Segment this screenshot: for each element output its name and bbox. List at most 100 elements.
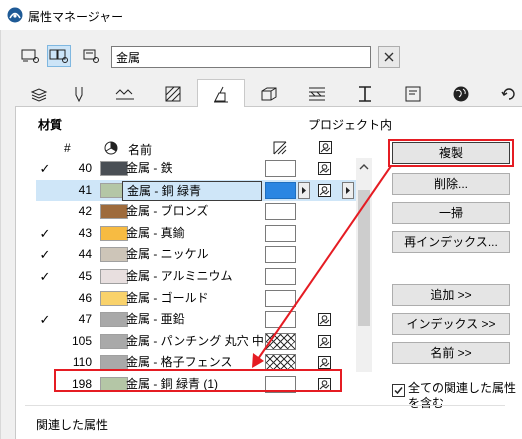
row-number: 42 bbox=[78, 204, 92, 219]
surface-row[interactable]: ✓ 43 金属 - 真鍮 bbox=[36, 223, 356, 245]
add-button[interactable]: 追加 >> bbox=[392, 284, 510, 306]
attribute-tabs bbox=[15, 79, 522, 107]
zone-icon bbox=[405, 86, 421, 102]
row-number: 105 bbox=[71, 333, 92, 348]
related-attributes-label: 関連した属性 bbox=[36, 418, 109, 432]
purge-button[interactable]: 一掃 bbox=[392, 202, 510, 224]
fill-preview[interactable] bbox=[265, 181, 296, 199]
fill-preview[interactable] bbox=[265, 267, 296, 285]
texture-icon[interactable] bbox=[318, 183, 331, 197]
row-name: 金属 - アルミニウム bbox=[126, 268, 233, 283]
row-name-edit-field[interactable]: 金属 - 銅 緑青 bbox=[122, 180, 262, 201]
include-related-label: 全ての関連した属性を含む bbox=[408, 381, 517, 410]
row-name: 金属 - ニッケル bbox=[126, 247, 209, 262]
grid-view-icon bbox=[49, 49, 68, 63]
row-number: 40 bbox=[78, 161, 92, 175]
tab-zones[interactable] bbox=[389, 82, 437, 106]
texture-icon[interactable] bbox=[318, 161, 331, 175]
column-header-number[interactable]: # bbox=[64, 141, 71, 155]
close-icon bbox=[384, 52, 394, 62]
image-icon bbox=[318, 334, 331, 348]
fill-preview[interactable] bbox=[265, 311, 296, 329]
fill-preview[interactable] bbox=[265, 203, 296, 221]
tab-surfaces[interactable] bbox=[197, 79, 245, 107]
row-number: 44 bbox=[78, 247, 92, 262]
index-button[interactable]: インデックス >> bbox=[392, 313, 510, 335]
triangle-right-icon bbox=[302, 186, 306, 194]
row-number: 46 bbox=[78, 290, 92, 305]
tab-composites[interactable] bbox=[293, 82, 341, 106]
fill-icon bbox=[165, 86, 181, 102]
surface-row[interactable]: ✓ 45 金属 - アルミニウム bbox=[36, 266, 356, 288]
color-wheel-icon[interactable] bbox=[104, 141, 118, 155]
surface-row[interactable]: ✓ 44 金属 - ニッケル bbox=[36, 244, 356, 266]
texture-icon[interactable] bbox=[318, 312, 331, 327]
row-name: 金属 - ゴールド bbox=[126, 290, 209, 305]
fill-column-icon[interactable] bbox=[273, 141, 287, 155]
duplicate-button[interactable]: 複製 bbox=[392, 142, 510, 164]
tab-building-materials[interactable] bbox=[245, 82, 293, 106]
include-related-checkbox[interactable] bbox=[392, 384, 405, 397]
fill-preview[interactable] bbox=[265, 332, 296, 350]
surface-row[interactable]: 46 金属 - ゴールド bbox=[36, 288, 356, 310]
search-input[interactable] bbox=[111, 46, 371, 68]
profile-icon bbox=[359, 86, 371, 102]
divider bbox=[25, 405, 505, 406]
row-number: 41 bbox=[78, 182, 92, 197]
renovation-icon bbox=[501, 88, 515, 100]
texture-dropdown-button[interactable] bbox=[342, 181, 354, 199]
tab-profiles[interactable] bbox=[341, 82, 389, 106]
tab-pens[interactable] bbox=[55, 82, 103, 106]
delete-button[interactable]: 削除... bbox=[392, 173, 510, 195]
in-project-checkmark: ✓ bbox=[39, 268, 51, 284]
in-project-label: プロジェクト内 bbox=[308, 118, 393, 132]
surface-icon bbox=[214, 86, 228, 103]
surface-row[interactable]: 41 金属 - 銅 緑青 bbox=[36, 179, 356, 202]
row-number: 43 bbox=[78, 225, 92, 240]
fill-dropdown-button[interactable] bbox=[298, 181, 310, 199]
surface-row[interactable]: ✓ 40 金属 - 鉄 bbox=[36, 158, 356, 180]
tab-markup[interactable] bbox=[437, 82, 485, 106]
clear-search-button[interactable] bbox=[378, 46, 400, 68]
fill-preview[interactable] bbox=[265, 289, 296, 307]
tab-line-types[interactable] bbox=[101, 82, 149, 106]
row-name: 金属 - 亜鉛 bbox=[126, 312, 185, 327]
list-view-button[interactable] bbox=[19, 45, 43, 67]
chevron-up-icon[interactable] bbox=[356, 160, 372, 174]
triangle-right-icon bbox=[346, 186, 350, 194]
tab-fills[interactable] bbox=[149, 82, 197, 106]
image-icon bbox=[318, 356, 331, 370]
detail-view-button[interactable] bbox=[79, 45, 103, 67]
column-header-name[interactable]: 名前 bbox=[128, 141, 152, 158]
in-project-checkmark: ✓ bbox=[39, 312, 51, 328]
fill-preview[interactable] bbox=[265, 160, 296, 177]
checkmark-icon bbox=[394, 387, 403, 395]
texture-column-icon[interactable] bbox=[319, 141, 332, 154]
list-header: # 名前 bbox=[36, 138, 374, 158]
fill-preview[interactable] bbox=[265, 224, 296, 242]
list-scrollbar[interactable] bbox=[356, 158, 372, 372]
in-project-checkmark: ✓ bbox=[39, 225, 51, 241]
surface-row[interactable]: 105 金属 - パンチング 丸穴 中 bbox=[36, 331, 356, 353]
tab-renovation[interactable] bbox=[485, 82, 522, 106]
panel-heading: 材質 bbox=[38, 118, 63, 132]
reindex-button[interactable]: 再インデックス... bbox=[392, 231, 510, 253]
globe-icon bbox=[453, 86, 469, 102]
line-type-icon bbox=[115, 89, 134, 100]
scrollbar-thumb[interactable] bbox=[358, 190, 370, 326]
title-bar: 属性マネージャー bbox=[0, 0, 522, 30]
image-icon bbox=[318, 183, 331, 197]
in-project-checkmark: ✓ bbox=[39, 247, 51, 263]
fill-preview[interactable] bbox=[265, 246, 296, 264]
texture-icon[interactable] bbox=[318, 334, 331, 348]
archicad-app-icon bbox=[7, 7, 23, 23]
surface-row[interactable]: ✓ 47 金属 - 亜鉛 bbox=[36, 309, 356, 331]
texture-icon[interactable] bbox=[318, 355, 331, 370]
name-button[interactable]: 名前 >> bbox=[392, 342, 510, 364]
row-name: 金属 - 真鍮 bbox=[126, 225, 185, 240]
surface-row[interactable]: 42 金属 - ブロンズ bbox=[36, 201, 356, 223]
building-material-icon bbox=[261, 87, 277, 101]
row-name: 金属 - 鉄 bbox=[126, 161, 173, 175]
grid-view-button[interactable] bbox=[47, 45, 71, 67]
surface-list: ✓ 40 金属 - 鉄 41 金属 - 銅 緑青 42 金属 - ブロンズ ✓ 43 金属 - 真… bbox=[36, 158, 356, 396]
